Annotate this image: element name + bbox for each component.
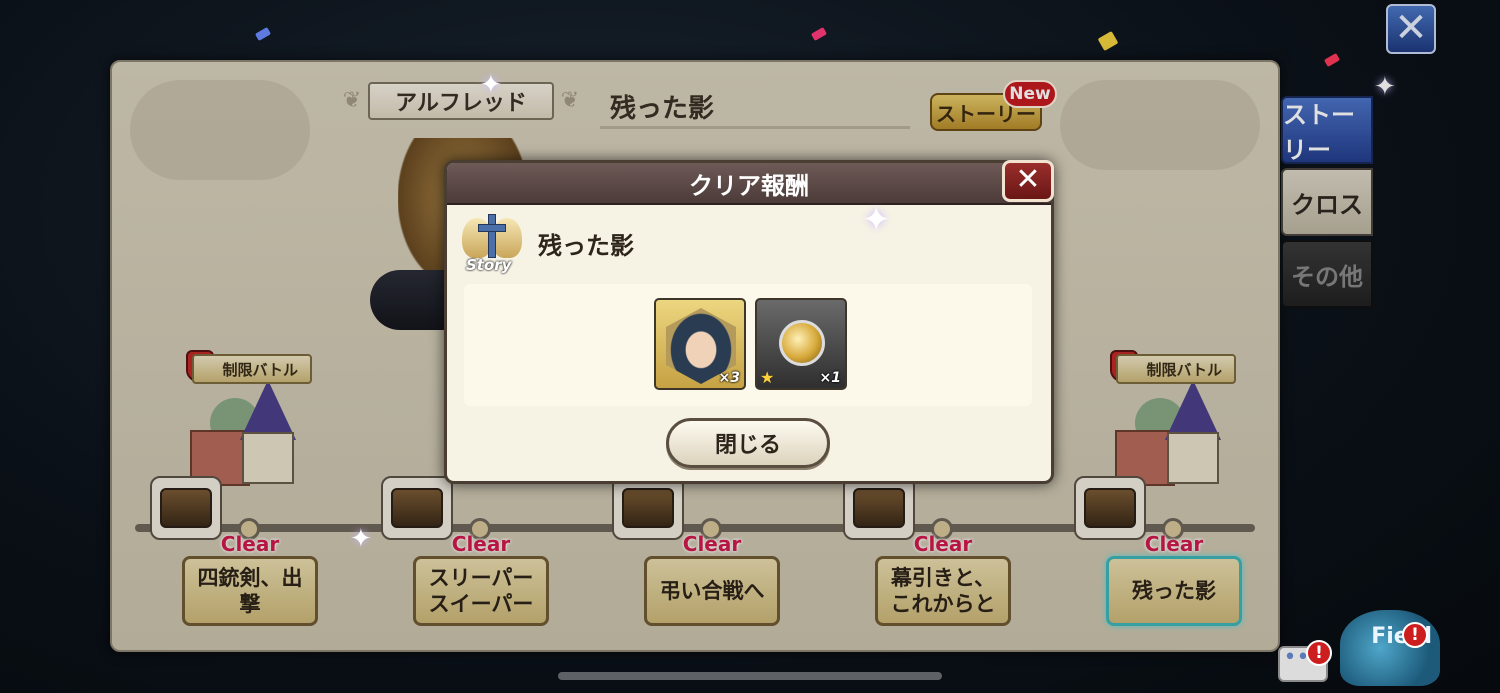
dialog-close-button[interactable]: ✕ (1002, 160, 1054, 202)
home-indicator[interactable] (558, 672, 942, 680)
sparkle-icon: ✦ (480, 70, 502, 100)
character-portrait-icon[interactable]: ×3 (654, 298, 746, 390)
reward-story-title: 残った影 (538, 232, 634, 260)
field-alert-badge: ! (1402, 622, 1428, 648)
sparkle-icon: ✦ (350, 524, 372, 554)
field-button[interactable]: Field (1340, 610, 1440, 686)
star-icon: ★ (760, 368, 775, 387)
item-quantity: ×3 (718, 370, 740, 386)
close-dialog-button[interactable]: 閉じる (666, 418, 830, 468)
medal-icon[interactable]: ★ ×1 (755, 298, 847, 390)
chat-alert-badge: ! (1306, 640, 1332, 666)
reward-items-area (464, 284, 1032, 406)
story-icon-label: Story (466, 256, 512, 274)
item-quantity: ×1 (819, 370, 841, 386)
sparkle-icon: ✦ (862, 200, 891, 240)
story-icon: Story (460, 212, 524, 274)
dialog-title: クリア報酬 (447, 163, 1051, 205)
